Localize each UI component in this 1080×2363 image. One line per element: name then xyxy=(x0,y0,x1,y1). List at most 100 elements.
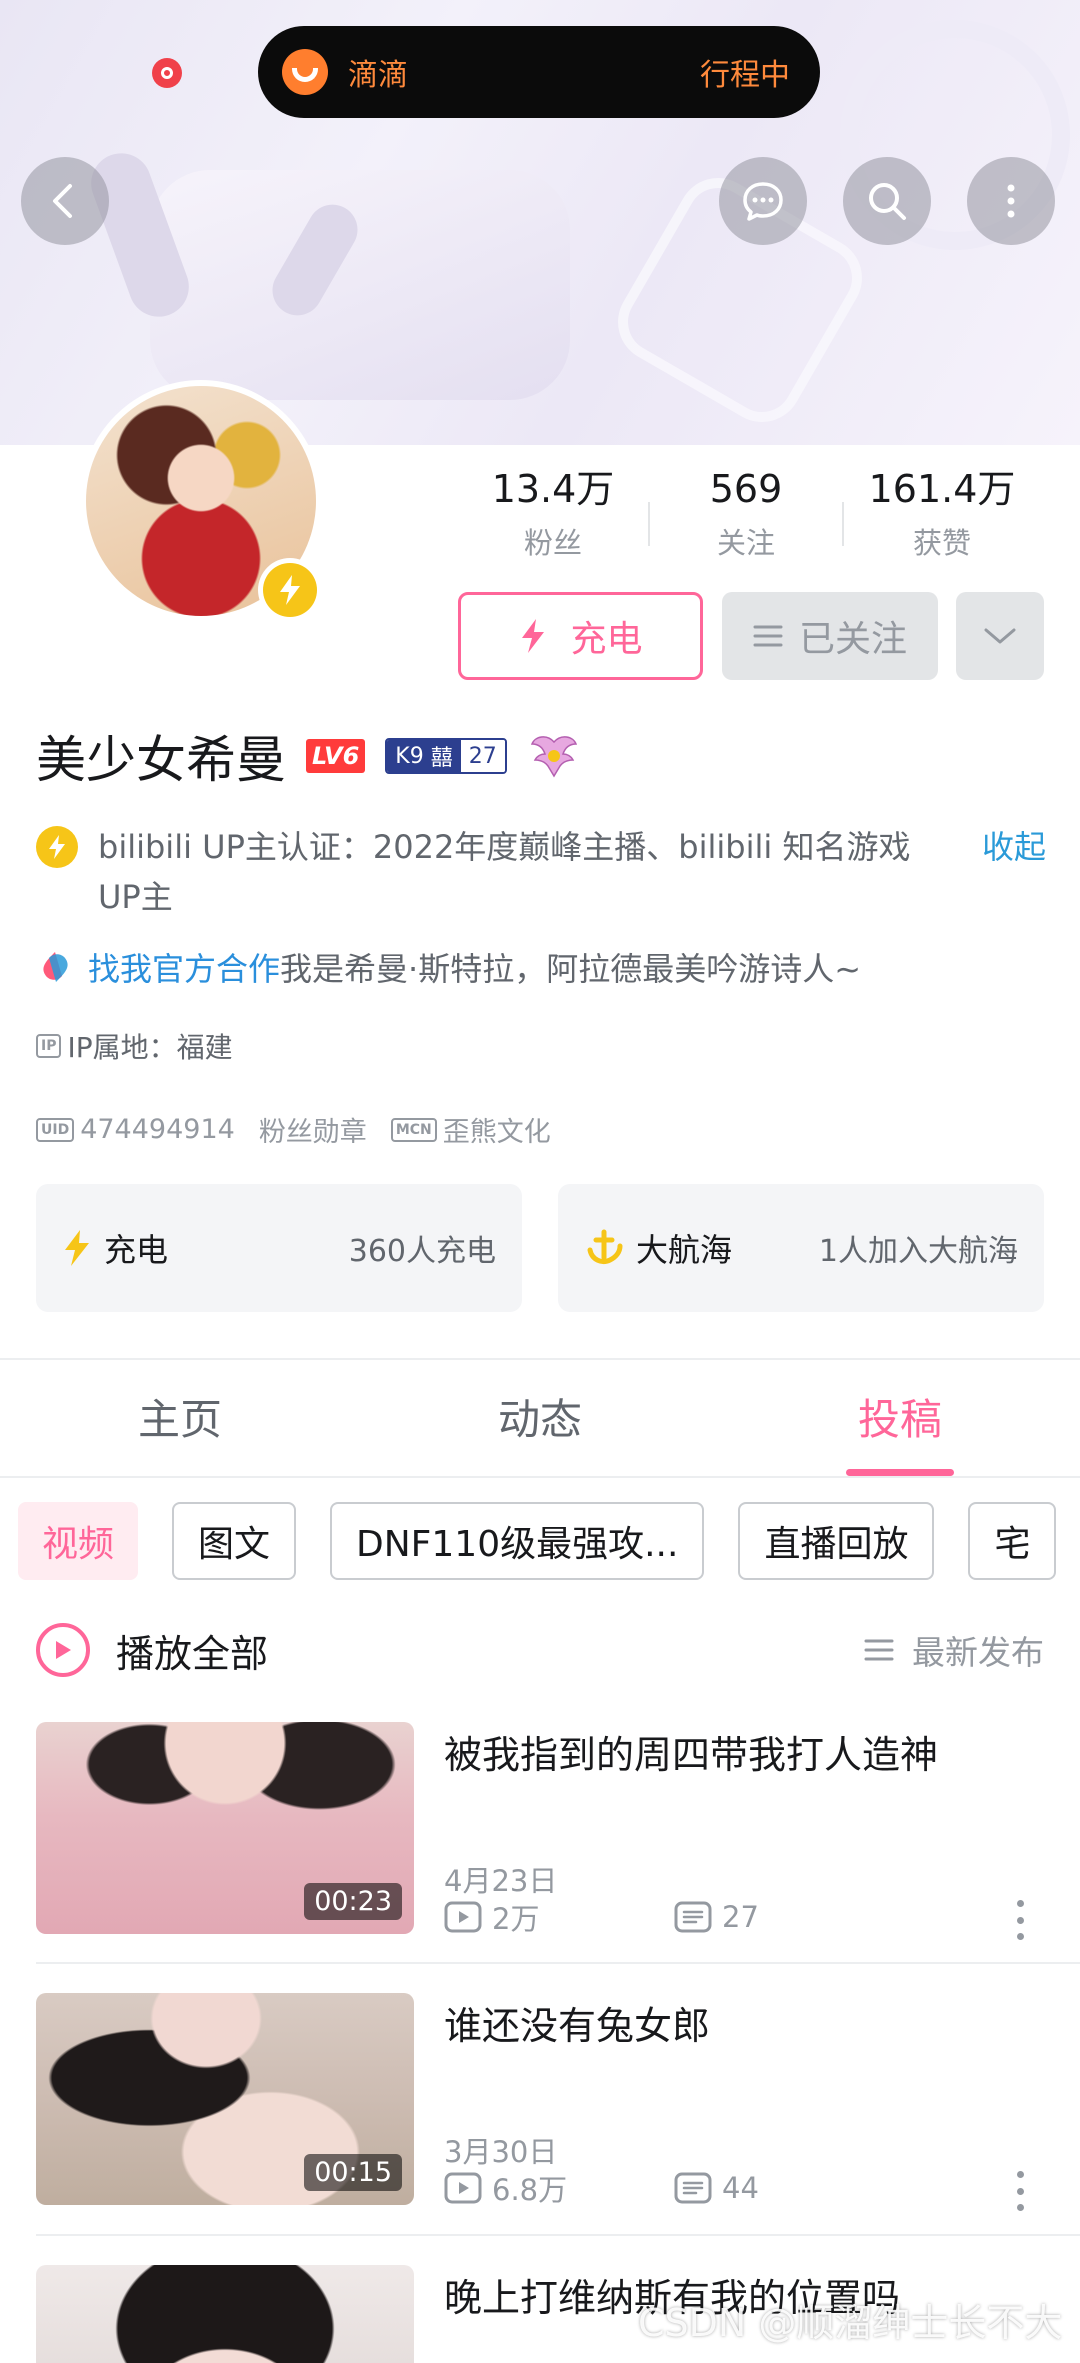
expand-button[interactable] xyxy=(956,592,1044,680)
cooperation-icon xyxy=(43,952,68,982)
filter-video[interactable]: 视频 xyxy=(18,1502,139,1580)
video-duration: 00:15 xyxy=(304,2154,402,2191)
stat-following-label: 关注 xyxy=(716,526,775,560)
video-item[interactable]: 00:23 被我指到的周四带我打人造神 4月23日 2万 27 xyxy=(36,1722,1080,1940)
support-cards: 充电 360人充电 大航海 1人加入大航海 xyxy=(36,1184,1044,1312)
ip-icon: IP xyxy=(36,1034,62,1058)
stat-likes-label: 获赞 xyxy=(912,526,971,560)
video-more-icon[interactable] xyxy=(1014,1900,1026,1940)
stats-row: 13.4万 粉丝 569 关注 161.4万 获赞 xyxy=(458,462,1058,572)
more-button[interactable] xyxy=(967,157,1055,245)
username: 美少女希曼 xyxy=(36,731,286,789)
filter-live-replay[interactable]: 直播回放 xyxy=(738,1502,935,1580)
dynamic-island-didi[interactable]: 滴滴 行程中 xyxy=(258,26,820,118)
guard-card-info: 1人加入大航海 xyxy=(818,1234,1018,1269)
comment-icon xyxy=(674,1901,712,1933)
stat-likes[interactable]: 161.4万 获赞 xyxy=(844,462,1040,572)
signature-row: 找我官方合作 我是希曼·斯特拉，阿拉德最美吟游诗人~ xyxy=(36,944,861,990)
island-app-name: 滴滴 xyxy=(348,58,408,93)
search-button[interactable] xyxy=(843,157,931,245)
sort-lines-icon xyxy=(864,1639,894,1661)
filter-more[interactable]: 宅 xyxy=(968,1502,1057,1580)
watermark-text: CSDN @顺溜绅士长不大 xyxy=(638,2301,1063,2345)
meta-row: UID 474494914 粉丝勋章 MCN 歪熊文化 xyxy=(36,1110,551,1149)
video-date: 3月30日 xyxy=(444,2135,558,2169)
wing-badge-icon[interactable] xyxy=(529,732,579,780)
didi-logo-icon xyxy=(282,49,328,95)
followed-button[interactable]: 已关注 xyxy=(722,592,938,680)
name-row: 美少女希曼 LV6 K9 囍 27 xyxy=(36,720,579,792)
charge-card-title: 充电 xyxy=(104,1231,169,1269)
divider xyxy=(0,1358,1080,1360)
play-all-icon[interactable] xyxy=(36,1623,90,1677)
stat-fans[interactable]: 13.4万 粉丝 xyxy=(458,462,648,572)
lightning-icon xyxy=(65,1230,89,1266)
filter-collection[interactable]: DNF110级最强攻... xyxy=(330,1502,705,1580)
collapse-link[interactable]: 收起 xyxy=(982,822,1046,922)
back-button[interactable] xyxy=(21,157,109,245)
stat-fans-label: 粉丝 xyxy=(523,526,582,560)
stat-following-value: 569 xyxy=(709,467,783,511)
video-comments: 27 xyxy=(722,1900,759,1934)
fan-medal-badge[interactable]: K9 囍 27 xyxy=(385,738,507,774)
play-all-button[interactable]: 播放全部 xyxy=(116,1623,268,1678)
mcn-link[interactable]: 歪熊文化 xyxy=(443,1110,551,1149)
chat-icon xyxy=(743,182,783,221)
message-button[interactable] xyxy=(719,157,807,245)
chevron-down-icon xyxy=(984,628,1016,644)
followed-button-label: 已关注 xyxy=(798,619,907,660)
video-views: 6.8万 xyxy=(492,2173,568,2207)
sort-button[interactable]: 最新发布 xyxy=(864,1626,1044,1674)
video-duration: 00:23 xyxy=(304,1883,402,1920)
fan-medal-link[interactable]: 粉丝勋章 xyxy=(259,1110,367,1149)
guard-card[interactable]: 大航海 1人加入大航海 xyxy=(558,1184,1044,1312)
tab-home[interactable]: 主页 xyxy=(0,1362,360,1476)
verification-row: bilibili UP主认证：2022年度巅峰主播、bilibili 知名游戏U… xyxy=(36,822,1046,922)
divider xyxy=(36,2234,1080,2236)
ip-location: IP属地：福建 xyxy=(67,1031,233,1064)
video-thumbnail[interactable]: 00:23 xyxy=(36,1722,414,1934)
lightning-icon xyxy=(263,563,317,617)
video-thumbnail[interactable]: 00:15 xyxy=(36,1993,414,2205)
video-more-icon[interactable] xyxy=(1014,2171,1026,2211)
banner-decoration xyxy=(150,170,570,400)
comment-icon xyxy=(674,2172,712,2204)
tab-dynamic[interactable]: 动态 xyxy=(360,1362,720,1476)
back-arrow-icon xyxy=(53,184,72,218)
uid-value[interactable]: 474494914 xyxy=(80,1114,235,1145)
uid-icon: UID xyxy=(36,1117,75,1142)
medal-name: K9 xyxy=(395,743,424,769)
video-views: 2万 xyxy=(492,1902,540,1936)
official-cooperation-link[interactable]: 找我官方合作 xyxy=(88,944,280,990)
filter-chips: 视频 图文 DNF110级最强攻... 直播回放 宅 xyxy=(18,1502,1080,1580)
charge-button-label: 充电 xyxy=(570,619,643,660)
charge-button[interactable]: 充电 xyxy=(458,592,703,680)
island-trip-status: 行程中 xyxy=(700,58,790,93)
medal-char: 囍 xyxy=(430,746,453,771)
filter-article[interactable]: 图文 xyxy=(172,1502,297,1580)
video-thumbnail[interactable] xyxy=(36,2265,414,2363)
search-icon xyxy=(869,183,906,220)
video-title: 被我指到的周四带我打人造神 xyxy=(444,1733,939,1777)
lightning-icon xyxy=(522,619,545,653)
profile-tabs: 主页 动态 投稿 xyxy=(0,1362,1080,1478)
charge-card-info: 360人充电 xyxy=(348,1234,496,1269)
guard-card-title: 大航海 xyxy=(636,1231,733,1269)
charge-card[interactable]: 充电 360人充电 xyxy=(36,1184,522,1312)
verification-text: bilibili UP主认证：2022年度巅峰主播、bilibili 知名游戏U… xyxy=(98,828,911,916)
menu-lines-icon xyxy=(753,625,783,647)
stat-fans-value: 13.4万 xyxy=(491,467,615,511)
tab-uploads[interactable]: 投稿 xyxy=(720,1362,1080,1476)
play-count-icon xyxy=(444,2172,482,2204)
video-item[interactable]: 00:15 谁还没有兔女郎 3月30日 6.8万 44 xyxy=(36,1993,1080,2211)
charge-badge xyxy=(258,558,322,622)
play-count-icon xyxy=(444,1901,482,1933)
mcn-icon: MCN xyxy=(390,1117,437,1142)
stat-following[interactable]: 569 关注 xyxy=(650,462,842,572)
video-title: 谁还没有兔女郎 xyxy=(444,2004,711,2048)
level-badge[interactable]: LV6 xyxy=(306,739,366,773)
list-header: 播放全部 最新发布 xyxy=(36,1620,1044,1680)
anchor-icon xyxy=(587,1229,623,1265)
sort-label: 最新发布 xyxy=(912,1633,1044,1672)
stat-likes-value: 161.4万 xyxy=(868,467,1016,511)
